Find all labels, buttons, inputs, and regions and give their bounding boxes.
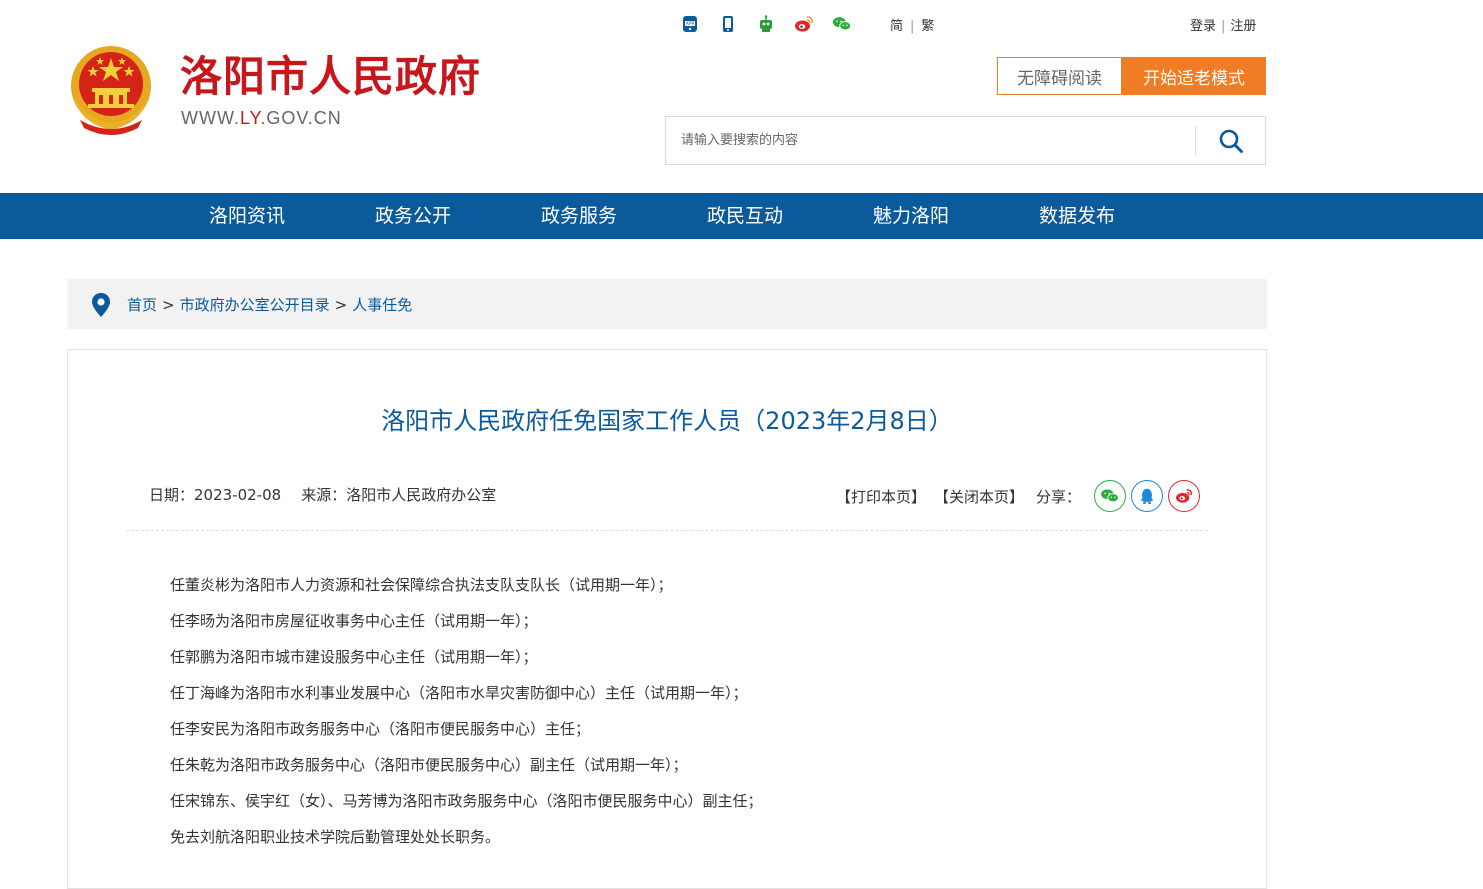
main-nav: 洛阳资讯 政务公开 政务服务 政民互动 魅力洛阳 数据发布	[0, 193, 1483, 239]
article-source: 来源：洛阳市人民政府办公室	[301, 486, 497, 504]
breadcrumb-personnel[interactable]: 人事任免	[352, 296, 412, 314]
top-icon-bar: APP	[680, 14, 870, 34]
login-link[interactable]: 登录	[1190, 19, 1216, 34]
search-divider	[1195, 126, 1196, 156]
share-label: 分享：	[1035, 487, 1081, 506]
breadcrumb-separator: >	[162, 296, 175, 314]
nav-item-gov-services[interactable]: 政务服务	[541, 193, 617, 239]
robot-icon[interactable]	[756, 14, 776, 34]
print-page-link[interactable]: 【打印本页】	[836, 486, 926, 507]
register-link[interactable]: 注册	[1230, 19, 1256, 34]
search-button[interactable]	[1197, 117, 1265, 164]
breadcrumb-catalog[interactable]: 市政府办公室公开目录	[180, 296, 330, 314]
nav-item-interaction[interactable]: 政民互动	[707, 193, 783, 239]
article-paragraph: 任丁海峰为洛阳市水利事业发展中心（洛阳市水旱灾害防御中心）主任（试用期一年）；	[170, 684, 748, 702]
meta-divider	[126, 530, 1208, 531]
weibo-icon[interactable]	[794, 14, 814, 34]
article-title: 洛阳市人民政府任免国家工作人员（2023年2月8日）	[381, 407, 953, 435]
article-paragraph: 免去刘航洛阳职业技术学院后勤管理处处长职务。	[170, 828, 501, 846]
mobile-icon[interactable]	[718, 14, 738, 34]
article-paragraph: 任李安民为洛阳市政务服务中心（洛阳市便民服务中心）主任；	[170, 720, 591, 738]
nav-item-luoyang-news[interactable]: 洛阳资讯	[209, 193, 285, 239]
auth-links: 登录 | 注册	[1190, 15, 1256, 34]
article-date: 日期：2023-02-08	[149, 486, 282, 504]
national-emblem-icon	[71, 46, 151, 135]
article-meta: 日期：2023-02-08 来源：洛阳市人民政府办公室	[149, 484, 516, 505]
auth-separator: |	[1221, 19, 1226, 34]
url-prefix: WWW.	[181, 108, 240, 128]
breadcrumb: 首页 > 市政府办公室公开目录 > 人事任免	[67, 279, 1267, 329]
svg-text:APP: APP	[686, 21, 695, 27]
article-paragraph: 任宋锦东、侯宇红（女）、马芳博为洛阳市政务服务中心（洛阳市便民服务中心）副主任；	[170, 792, 763, 810]
location-pin-icon	[92, 293, 110, 317]
article-paragraph: 任董炎彬为洛阳市人力资源和社会保障综合执法支队支队长（试用期一年）；	[170, 576, 673, 594]
app-icon[interactable]: APP	[680, 14, 700, 34]
nav-item-gov-affairs-public[interactable]: 政务公开	[375, 193, 451, 239]
url-suffix: .GOV.CN	[260, 108, 342, 128]
site-title: 洛阳市人民政府	[180, 52, 482, 101]
article-paragraph: 任郭鹏为洛阳市城市建设服务中心主任（试用期一年）；	[170, 648, 538, 666]
article-paragraph: 任李旸为洛阳市房屋征收事务中心主任（试用期一年）；	[170, 612, 538, 630]
nav-item-charm-luoyang[interactable]: 魅力洛阳	[873, 193, 949, 239]
elder-mode-button[interactable]: 开始适老模式	[1122, 57, 1266, 95]
weibo-share-icon[interactable]	[1168, 480, 1200, 512]
qq-share-icon[interactable]	[1131, 480, 1163, 512]
article-container: 洛阳市人民政府任免国家工作人员（2023年2月8日） 日期：2023-02-08…	[67, 349, 1267, 889]
search-input[interactable]	[666, 117, 1196, 164]
language-switch: 简 | 繁	[888, 15, 936, 34]
breadcrumb-path: 首页 > 市政府办公室公开目录 > 人事任免	[127, 294, 412, 315]
close-page-link[interactable]: 【关闭本页】	[934, 486, 1024, 507]
url-highlight: LY	[239, 108, 261, 128]
nav-item-data-release[interactable]: 数据发布	[1039, 193, 1115, 239]
article-paragraph: 任朱乾为洛阳市政务服务中心（洛阳市便民服务中心）副主任（试用期一年）；	[170, 756, 688, 774]
accessibility-button[interactable]: 无障碍阅读	[997, 57, 1122, 95]
search-box	[665, 116, 1266, 165]
lang-separator: |	[910, 19, 915, 34]
breadcrumb-separator: >	[334, 296, 348, 314]
breadcrumb-home[interactable]: 首页	[127, 296, 157, 314]
lang-simplified-link[interactable]: 简	[890, 19, 903, 34]
site-header: 洛阳市人民政府 WWW.LY.GOV.CN APP 简 | 繁 登录 | 注册 无障碍阅…	[0, 0, 1483, 193]
wechat-icon[interactable]	[832, 14, 852, 34]
article-body: 任董炎彬为洛阳市人力资源和社会保障综合执法支队支队长（试用期一年）； 任李旸为洛…	[170, 572, 1170, 860]
wechat-share-icon[interactable]	[1094, 480, 1126, 512]
site-url: WWW.LY.GOV.CN	[181, 108, 342, 129]
search-icon	[1219, 129, 1243, 153]
article-tools: 【打印本页】 【关闭本页】 分享：	[836, 480, 1200, 512]
lang-traditional-link[interactable]: 繁	[921, 19, 934, 34]
